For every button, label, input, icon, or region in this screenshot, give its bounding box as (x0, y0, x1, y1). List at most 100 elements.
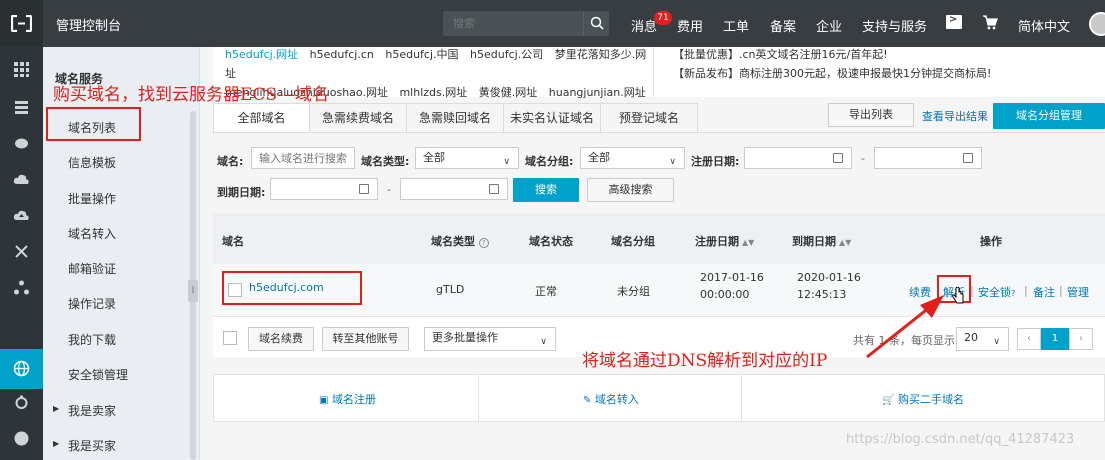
transfer-in-link[interactable]: ✎ 域名转入 (583, 391, 639, 407)
announcement-item[interactable]: 【新品发布】商标注册300元起，极速申报最快1分钟提交商标局! (673, 64, 1093, 83)
buy-second-hand-link[interactable]: 🛒 购买二手域名 (882, 391, 964, 407)
sidebar-item-buyer[interactable]: 我是买家 (53, 437, 116, 454)
search-input[interactable] (443, 11, 583, 36)
sidebar-item-downloads[interactable]: 我的下载 (68, 331, 116, 348)
more-batch-actions-select[interactable]: 更多批量操作 ∨ (424, 327, 556, 351)
tab-all-domains[interactable]: 全部域名 (213, 103, 310, 133)
register-link[interactable]: ▣ 域名注册 (319, 391, 376, 407)
console-title[interactable]: 管理控制台 (56, 15, 121, 34)
expire-date-start[interactable] (270, 178, 378, 200)
reg-date-end[interactable] (874, 147, 982, 169)
nav-tickets[interactable]: 工单 (723, 16, 749, 35)
domain-tabs: 全部域名 急需续费域名 急需赎回域名 未实名认证域名 预登记域名 (213, 103, 813, 133)
suggested-domain[interactable]: h5edufcj.cn (310, 48, 374, 61)
domain-group-select[interactable]: 全部 ∨ (580, 147, 685, 169)
suggested-domain[interactable]: 黄俊健.网址 (479, 86, 538, 99)
expire-date-label: 到期日期: (217, 186, 266, 199)
page-button-current[interactable]: 1 (1041, 328, 1069, 350)
domain-type-select[interactable]: 全部 ∨ (415, 147, 519, 169)
search-button[interactable] (583, 11, 609, 36)
batch-renew-button[interactable]: 域名续费 (248, 327, 314, 351)
help-icon[interactable]: ? (478, 238, 489, 248)
suggested-domain[interactable]: h5edufcj.公司 (470, 48, 543, 61)
col-reg-date[interactable]: 注册日期 ▲▼ (695, 233, 754, 249)
suggested-domain[interactable]: huangjunjian.网址 (549, 86, 646, 99)
expire-date-end[interactable] (400, 178, 508, 200)
sidebar-item-batch[interactable]: 批量操作 (68, 190, 116, 207)
suggested-domain[interactable]: mlhlzds.网址 (399, 86, 467, 99)
group-manage-button[interactable]: 域名分组管理 (993, 103, 1105, 129)
rail-active-domain[interactable] (0, 349, 43, 389)
row-type: gTLD (436, 283, 465, 296)
export-list-button[interactable]: 导出列表 (828, 103, 914, 127)
sidebar-item-info-template[interactable]: 信息模板 (68, 154, 116, 171)
nav-fees[interactable]: 费用 (677, 16, 703, 35)
security-lock-link[interactable]: 安全锁? (978, 284, 1015, 300)
sidebar-item-transfer-in[interactable]: 域名转入 (68, 225, 116, 242)
tab-redeem-urgent[interactable]: 急需赎回域名 (406, 103, 504, 133)
suggested-domain[interactable]: h5edufcj.中国 (385, 48, 458, 61)
terminal-icon[interactable]: > (946, 14, 962, 29)
suggested-domain[interactable]: h5edufcj.网址 (225, 48, 298, 61)
sidebar-item-security-lock[interactable]: 安全锁管理 (68, 366, 128, 383)
col-expire-date[interactable]: 到期日期 ▲▼ (792, 233, 851, 249)
announcements: 【批量优惠】.cn英文域名注册16元/首年起! 【新品发布】商标注册300元起，… (673, 45, 1093, 83)
highlight-domain-cell (222, 271, 362, 305)
col-actions: 操作 (980, 235, 1002, 248)
chevron-down-icon: ∨ (669, 157, 676, 167)
sidebar-item-email-verify[interactable]: 邮箱验证 (68, 260, 116, 277)
nav-enterprise[interactable]: 企业 (816, 16, 842, 35)
language-switch[interactable]: 简体中文 (1018, 16, 1070, 35)
view-export-result-link[interactable]: 查看导出结果 (922, 108, 988, 124)
col-domain: 域名 (222, 235, 244, 248)
tab-renew-urgent[interactable]: 急需续费域名 (309, 103, 407, 133)
reg-date-start[interactable] (744, 147, 852, 169)
cloud-icon[interactable] (13, 171, 30, 188)
database-icon[interactable] (13, 135, 30, 152)
cart-icon[interactable] (982, 14, 998, 33)
nodes-icon[interactable] (13, 279, 30, 296)
help-icon: ? (1011, 289, 1016, 298)
avatar[interactable] (1089, 12, 1105, 36)
sidebar-collapse-handle[interactable]: ⁞ (188, 280, 198, 302)
next-page-button[interactable]: › (1069, 328, 1093, 350)
server-icon[interactable] (13, 99, 30, 116)
row-status: 正常 (535, 285, 557, 298)
grid-icon[interactable] (13, 61, 30, 78)
row-expire-date: 2020-01-16 (797, 271, 861, 284)
transfer-in-label: 域名转入 (594, 393, 639, 406)
prev-page-button[interactable]: ‹ (1017, 328, 1041, 350)
announcement-item[interactable]: 【批量优惠】.cn英文域名注册16元/首年起! (673, 45, 1093, 64)
network-icon[interactable] (13, 243, 30, 260)
select-all-checkbox[interactable] (223, 331, 237, 345)
cloud-upload-icon[interactable] (13, 207, 30, 224)
domain-type-label: 域名类型: (361, 155, 410, 168)
register-label: 域名注册 (331, 393, 376, 406)
col-type: 域名类型 ? (431, 233, 489, 249)
circle-icon[interactable] (13, 430, 30, 447)
chevron-down-icon: ∨ (993, 337, 1000, 347)
global-search (443, 11, 609, 36)
transfer-account-button[interactable]: 转至其他账号 (322, 327, 409, 351)
cloud-logo-icon (11, 15, 32, 32)
aliyun-logo[interactable] (0, 0, 43, 47)
nav-beian[interactable]: 备案 (770, 16, 796, 35)
tab-unverified[interactable]: 未实名认证域名 (503, 103, 601, 133)
note-link[interactable]: 备注 (1033, 284, 1055, 300)
nav-support[interactable]: 支持与服务 (862, 16, 927, 35)
date-range-dash: - (387, 183, 391, 196)
manage-link[interactable]: 管理 (1067, 284, 1089, 300)
domain-search-input[interactable] (251, 147, 355, 169)
row-group: 未分组 (617, 285, 650, 298)
tab-preregister[interactable]: 预登记域名 (600, 103, 698, 133)
advanced-search-button[interactable]: 高级搜索 (587, 178, 674, 202)
col-expire-date-label: 到期日期 (792, 235, 836, 248)
search-filter-button[interactable]: 搜索 (513, 178, 579, 202)
gear-icon[interactable] (13, 394, 30, 411)
sidebar-item-seller[interactable]: 我是卖家 (53, 402, 116, 419)
annotation-top: 购买域名，找到云服务器ECS---域名 (53, 85, 329, 105)
highlight-domain-list (46, 107, 141, 141)
page-size-select[interactable]: 20 ∨ (956, 327, 1009, 351)
sidebar-item-operation-log[interactable]: 操作记录 (68, 295, 116, 312)
more-batch-actions-label: 更多批量操作 (432, 331, 498, 344)
